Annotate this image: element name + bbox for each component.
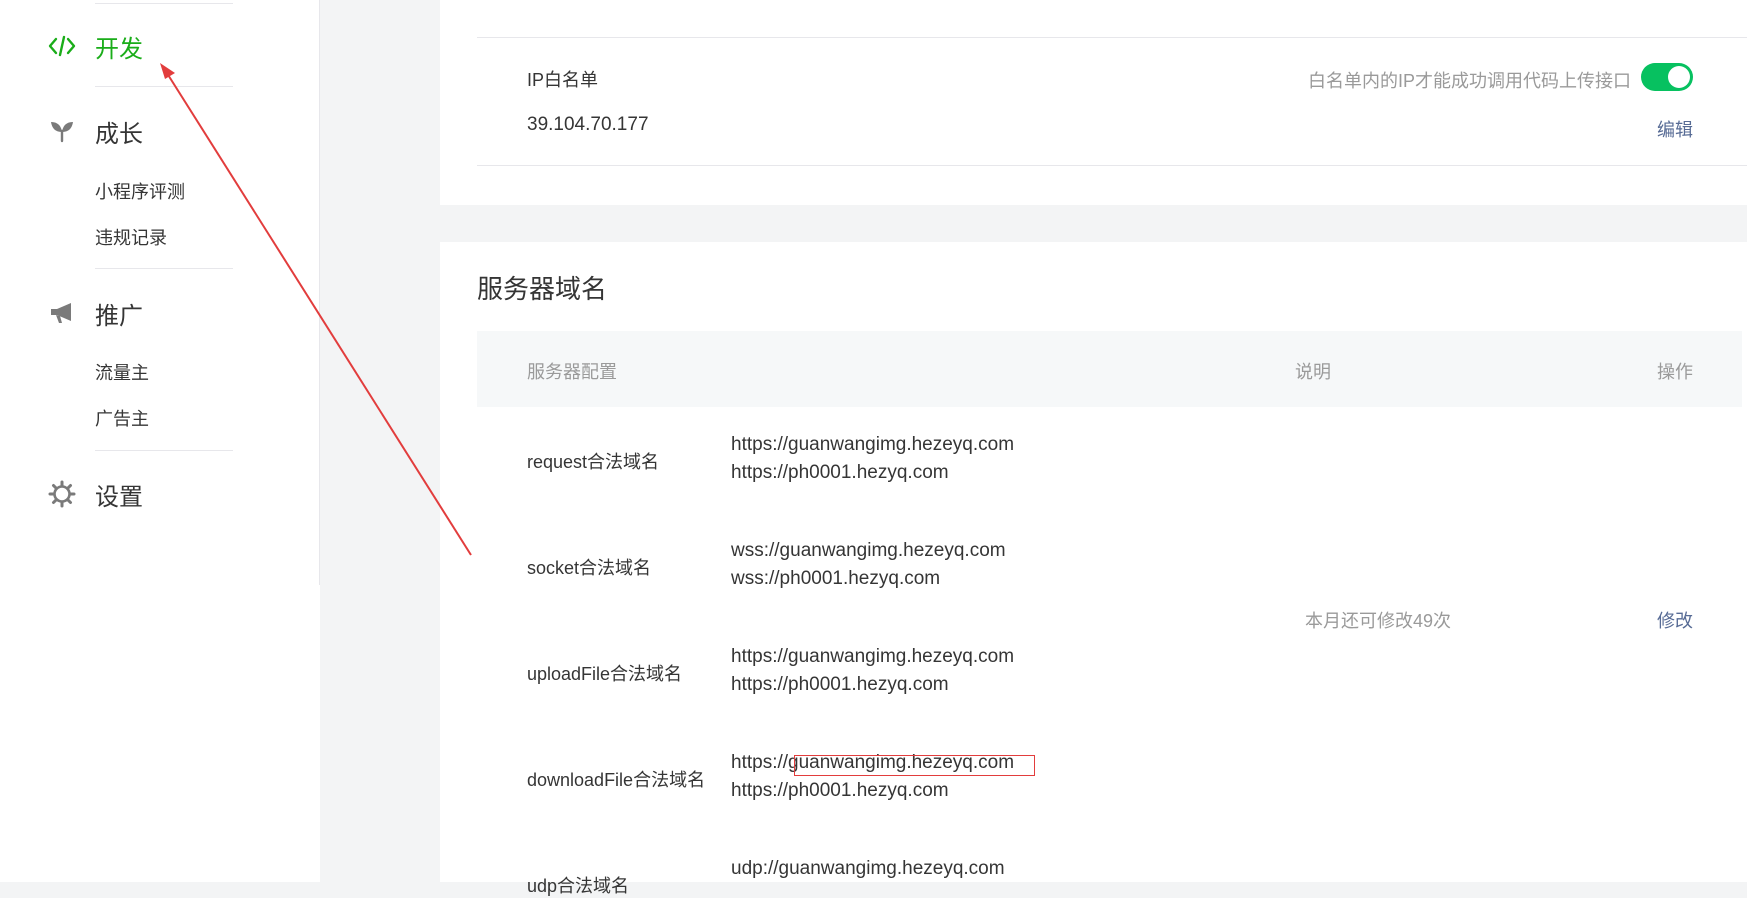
sidebar-subitem-mini-program-review[interactable]: 小程序评测 (95, 180, 185, 204)
sidebar-separator (95, 86, 233, 87)
ip-whitelist-value: 39.104.70.177 (527, 114, 649, 135)
sidebar-subitem-advertiser[interactable]: 广告主 (95, 407, 149, 431)
sidebar-subitem-violation-records[interactable]: 违规记录 (95, 226, 167, 250)
sidebar-separator (95, 268, 233, 269)
sidebar-separator (95, 3, 233, 4)
domain-row-label: uploadFile合法域名 (527, 664, 683, 684)
domain-row-label: udp合法域名 (527, 876, 630, 896)
sidebar-item-dev[interactable]: 开发 (46, 26, 143, 66)
column-header-operation: 操作 (1657, 362, 1693, 382)
domain-row-urls: https://guanwangimg.hezeyq.com https://p… (731, 643, 1014, 699)
domain-url: https://ph0001.hezyq.com (731, 462, 949, 483)
sidebar-divider (319, 0, 320, 585)
toggle-knob (1668, 66, 1690, 88)
sidebar-subitem-traffic-owner[interactable]: 流量主 (95, 361, 149, 385)
gear-icon (46, 478, 78, 510)
domain-row-urls: https://guanwangimg.hezeyq.com https://p… (731, 431, 1014, 487)
sidebar-item-label: 开发 (95, 35, 143, 63)
column-header-description: 说明 (1295, 362, 1331, 382)
sidebar-item-growth[interactable]: 成长 (46, 111, 143, 151)
domain-url: https://ph0001.hezyq.com (731, 780, 949, 801)
domain-url: wss://ph0001.hezyq.com (731, 568, 941, 589)
server-domain-card: 服务器域名 服务器配置 说明 操作 request合法域名 https://gu… (440, 242, 1747, 896)
column-header-config: 服务器配置 (527, 362, 617, 382)
domain-url: udp://guanwangimg.hezeyq.com (731, 858, 1005, 879)
domain-url: wss://guanwangimg.hezeyq.com (731, 540, 1006, 561)
sidebar-item-label: 推广 (95, 302, 143, 330)
ip-whitelist-hint: 白名单内的IP才能成功调用代码上传接口 (1308, 71, 1632, 91)
domain-row-label: request合法域名 (527, 452, 660, 472)
domain-url: https://ph0001.hezyq.com (731, 674, 949, 695)
card-divider (477, 165, 1747, 166)
sidebar-separator (95, 450, 233, 451)
domain-row-urls: wss://guanwangimg.hezeyq.com wss://ph000… (731, 537, 1006, 593)
table-header: 服务器配置 说明 操作 (477, 331, 1742, 407)
domain-row-label: socket合法域名 (527, 558, 652, 578)
sidebar-item-label: 设置 (95, 483, 143, 511)
sidebar-item-settings[interactable]: 设置 (46, 474, 143, 514)
card-divider (477, 37, 1747, 38)
sidebar: 开发 成长 小程序评测 违规记录 推广 流量主 广告主 设置 (0, 0, 320, 882)
domain-url: https://guanwangimg.hezeyq.com (731, 646, 1015, 667)
megaphone-icon (46, 297, 78, 329)
ip-whitelist-edit-link[interactable]: 编辑 (1653, 116, 1693, 142)
modify-remaining-text: 本月还可修改49次 (1305, 611, 1452, 631)
sidebar-item-promotion[interactable]: 推广 (46, 293, 143, 333)
sprout-icon (46, 115, 78, 147)
ip-whitelist-title: IP白名单 (527, 70, 599, 90)
ip-whitelist-card: IP白名单 39.104.70.177 白名单内的IP才能成功调用代码上传接口 … (440, 0, 1747, 205)
domain-row-urls: udp://guanwangimg.hezeyq.com (731, 855, 1005, 883)
domain-row-label: downloadFile合法域名 (527, 770, 706, 790)
server-domain-title: 服务器域名 (477, 274, 608, 304)
code-icon (46, 30, 78, 62)
sidebar-item-label: 成长 (95, 120, 143, 148)
domain-row-urls: https://guanwangimg.hezeyq.com https://p… (731, 749, 1014, 805)
modify-link[interactable]: 修改 (1653, 607, 1693, 633)
domain-url: https://guanwangimg.hezeyq.com (731, 752, 1015, 773)
domain-url: https://guanwangimg.hezeyq.com (731, 434, 1015, 455)
ip-whitelist-toggle[interactable] (1641, 63, 1693, 91)
